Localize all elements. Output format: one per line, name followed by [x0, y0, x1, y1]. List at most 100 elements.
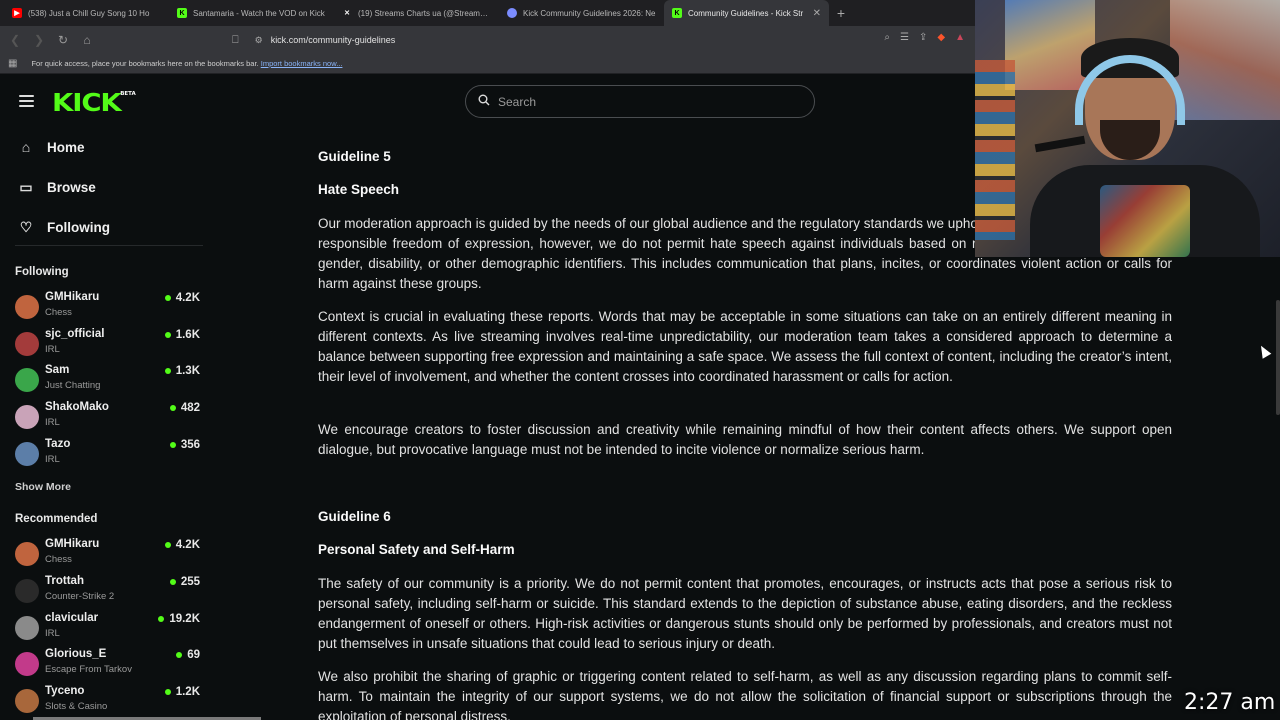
sidebar: ⌂ Home ▭ Browse ♡ Following Following GM…	[0, 130, 215, 720]
browser-tab-x[interactable]: ✕ (19) Streams Charts ua (@StreamsCha	[334, 0, 499, 26]
search-placeholder: Search	[498, 94, 537, 109]
home-icon: ⌂	[21, 139, 31, 155]
viewer-count: 4.2K	[164, 292, 200, 304]
following-heading: Following	[15, 266, 69, 278]
list-item[interactable]: GMHikaru Chess 4.2K	[15, 291, 200, 325]
zoom-icon[interactable]: ⌕	[884, 32, 890, 43]
forward-icon[interactable]: ❯	[32, 33, 46, 47]
list-item[interactable]: Tyceno Slots & Casino 1.2K	[15, 685, 200, 719]
viewer-count: 4.2K	[164, 539, 200, 551]
list-item[interactable]: clavicular IRL 19.2K	[15, 612, 200, 646]
list-item[interactable]: ShakoMako IRL 482	[15, 401, 200, 435]
kick-logo[interactable]: KICK BETA	[52, 88, 136, 117]
globe-icon	[507, 8, 517, 18]
channel-name: Tyceno	[45, 685, 85, 697]
anime-poster-image	[1170, 0, 1280, 120]
list-item[interactable]: sjc_official IRL 1.6K	[15, 328, 200, 362]
viewer-count: 69	[176, 649, 200, 661]
viewer-count: 1.6K	[164, 329, 200, 341]
shirt-graphic	[1100, 185, 1190, 257]
search-input[interactable]: Search	[465, 85, 815, 118]
sidebar-item-home[interactable]: ⌂ Home	[18, 139, 85, 155]
channel-name: Trottah	[45, 575, 84, 587]
channel-name: GMHikaru	[45, 291, 100, 303]
show-more-button[interactable]: Show More	[15, 481, 71, 493]
list-item[interactable]: Trottah Counter-Strike 2 255	[15, 575, 200, 609]
avatar	[15, 332, 39, 356]
address-bar[interactable]: ⎕ ⚙ kick.com/community-guidelines	[232, 30, 952, 50]
x-icon: ✕	[344, 10, 350, 17]
home-icon[interactable]: ⌂	[80, 33, 94, 47]
browser-toolbar: ❮ ❯ ↻ ⌂ ⎕ ⚙ kick.com/community-guideline…	[0, 26, 975, 54]
tab-title: (538) Just a Chill Guy Song 10 Ho	[28, 8, 150, 18]
channel-category: Just Chatting	[45, 380, 101, 391]
avatar	[15, 442, 39, 466]
avatar	[15, 689, 39, 713]
bookmark-icon[interactable]: ⎕	[232, 34, 239, 47]
channel-category: Chess	[45, 554, 72, 565]
share-icon[interactable]: ⇪	[919, 32, 927, 43]
url-text[interactable]: kick.com/community-guidelines	[271, 35, 396, 45]
channel-category: IRL	[45, 628, 60, 639]
import-bookmarks-link[interactable]: Import bookmarks now...	[261, 59, 343, 68]
sidebar-item-label: Home	[47, 139, 85, 155]
live-dot-icon	[176, 652, 183, 658]
beta-badge: BETA	[120, 91, 136, 97]
site-header: KICK BETA Search	[0, 75, 975, 130]
guideline-5-paragraph-3: We encourage creators to foster discussi…	[318, 422, 1172, 457]
screen: ▶ (538) Just a Chill Guy Song 10 Ho K Sa…	[0, 0, 1280, 720]
rewards-icon[interactable]: ▲	[955, 32, 965, 43]
menu-icon[interactable]	[19, 95, 34, 107]
avatar	[15, 616, 39, 640]
channel-category: Chess	[45, 307, 72, 318]
list-item[interactable]: Glorious_E Escape From Tarkov 69	[15, 648, 200, 682]
channel-name: GMHikaru	[45, 538, 100, 550]
shelf-image	[975, 60, 1015, 240]
sidebar-item-label: Following	[47, 219, 110, 235]
live-dot-icon	[169, 579, 176, 585]
live-dot-icon	[164, 332, 171, 338]
tab-title: Community Guidelines - Kick Str	[688, 8, 804, 18]
anime-poster-image	[1005, 0, 1095, 90]
apps-grid-icon[interactable]: ▦	[8, 58, 17, 69]
page-scrollbar[interactable]	[1276, 300, 1280, 415]
new-tab-button[interactable]: +	[829, 0, 853, 26]
close-tab-icon[interactable]: ✕	[813, 8, 821, 19]
avatar	[15, 652, 39, 676]
live-dot-icon	[169, 442, 176, 448]
viewer-count: 255	[169, 576, 200, 588]
browser-tab-strip: ▶ (538) Just a Chill Guy Song 10 Ho K Sa…	[0, 0, 975, 26]
guideline-6-subtitle: Personal Safety and Self-Harm	[318, 542, 515, 557]
sidebar-item-following[interactable]: ♡ Following	[18, 219, 110, 235]
channel-category: IRL	[45, 344, 60, 355]
browser-tab-youtube[interactable]: ▶ (538) Just a Chill Guy Song 10 Ho	[4, 0, 169, 26]
heart-icon: ♡	[19, 219, 33, 235]
channel-name: ShakoMako	[45, 401, 109, 413]
avatar	[15, 295, 39, 319]
viewer-count: 356	[169, 439, 200, 451]
brave-shield-icon[interactable]: ◆	[937, 32, 945, 43]
avatar	[15, 368, 39, 392]
guideline-5-title: Guideline 5	[318, 149, 391, 164]
sidebar-divider	[15, 245, 203, 246]
reload-icon[interactable]: ↻	[56, 33, 70, 47]
browser-tab-santamaria[interactable]: K Santamaria - Watch the VOD on Kick	[169, 0, 334, 26]
live-dot-icon	[164, 542, 171, 548]
channel-category: IRL	[45, 454, 60, 465]
viewer-count: 1.2K	[164, 686, 200, 698]
browser-tab-active[interactable]: K Community Guidelines - Kick Str ✕	[664, 0, 829, 26]
channel-name: Tazo	[45, 438, 71, 450]
live-dot-icon	[169, 405, 176, 411]
site-info-icon[interactable]: ⚙	[255, 35, 263, 46]
live-dot-icon	[158, 616, 165, 622]
list-item[interactable]: Tazo IRL 356	[15, 438, 200, 472]
list-item[interactable]: Sam Just Chatting 1.3K	[15, 364, 200, 398]
reader-icon[interactable]: ☰	[900, 32, 909, 43]
browser-tab-guidelines-article[interactable]: Kick Community Guidelines 2026: Ne	[499, 0, 664, 26]
sidebar-item-browse[interactable]: ▭ Browse	[18, 179, 95, 195]
channel-name: Glorious_E	[45, 648, 107, 660]
list-item[interactable]: GMHikaru Chess 4.2K	[15, 538, 200, 572]
avatar	[15, 405, 39, 429]
back-icon[interactable]: ❮	[8, 33, 22, 47]
clock-overlay: 2:27 am	[1184, 690, 1276, 715]
